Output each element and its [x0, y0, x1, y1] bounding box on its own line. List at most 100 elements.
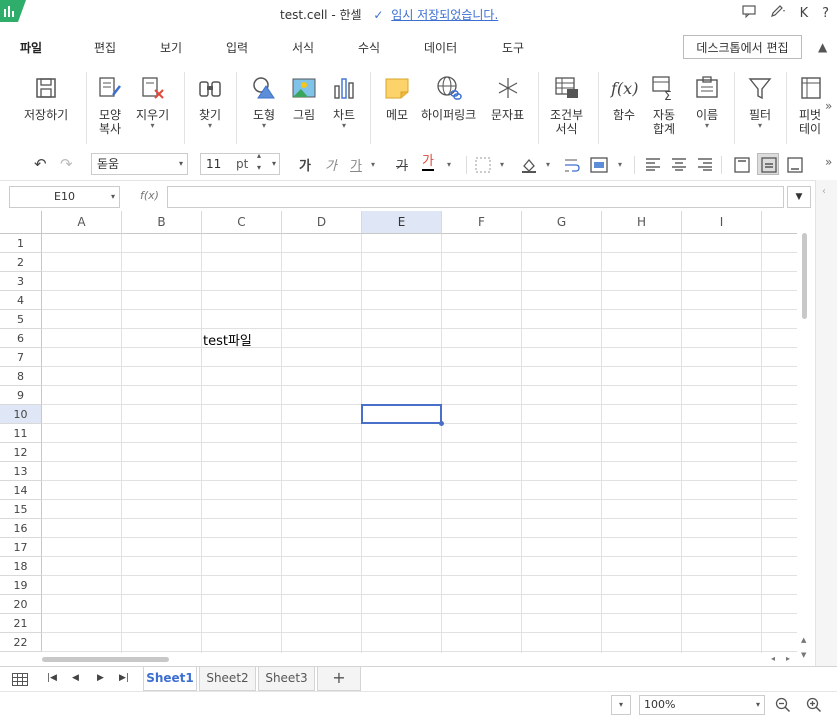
font-color-dropdown-icon[interactable]: ▾ — [447, 160, 451, 169]
sheet-tab-3[interactable]: Sheet3 — [258, 667, 315, 691]
scroll-down-icon[interactable]: ▼ — [801, 651, 806, 659]
column-header-b[interactable]: B — [122, 211, 202, 234]
comment-icon[interactable] — [741, 4, 756, 22]
scroll-left-icon[interactable]: ◂ — [771, 654, 775, 663]
chart-button[interactable]: 차트 ▾ — [330, 74, 358, 130]
row-header-3[interactable]: 3 — [0, 272, 42, 291]
chevron-left-icon[interactable]: ‹ — [822, 186, 826, 197]
conditional-format-button[interactable]: 조건부 서식 — [550, 74, 583, 136]
row-header-4[interactable]: 4 — [0, 291, 42, 310]
bold-button[interactable]: 가 — [299, 155, 311, 174]
column-header-g[interactable]: G — [522, 211, 602, 234]
tab-view[interactable]: 보기 — [160, 39, 182, 56]
desktop-edit-button[interactable]: 데스크톱에서 편집 — [683, 35, 802, 59]
font-size-stepper[interactable]: 11 pt ▴ ▾ ▾ — [200, 150, 280, 175]
find-button[interactable]: 찾기 ▾ — [196, 74, 224, 130]
align-top-icon[interactable] — [733, 156, 751, 174]
fill-handle[interactable] — [439, 421, 444, 426]
strikethrough-button[interactable]: 가 — [396, 155, 408, 174]
memo-button[interactable]: 메모 — [383, 74, 411, 122]
align-bottom-icon[interactable] — [786, 156, 804, 174]
filter-button[interactable]: 필터 ▾ — [746, 74, 774, 130]
redo-icon[interactable]: ↷ — [60, 155, 73, 173]
spreadsheet-grid[interactable]: A B C D E F G H I 1 2 3 4 5 6 7 8 9 10 11 12 13 14 15 16 17 18 19 20… — [0, 211, 797, 653]
row-header-22[interactable]: 22 — [0, 633, 42, 652]
function-icon[interactable]: f(x) — [140, 189, 159, 202]
row-header-17[interactable]: 17 — [0, 538, 42, 557]
row-header-7[interactable]: 7 — [0, 348, 42, 367]
row-header-16[interactable]: 16 — [0, 519, 42, 538]
symbol-button[interactable]: 문자표 — [491, 74, 524, 122]
clear-dropdown-icon[interactable]: ▾ — [151, 122, 155, 130]
hyperlink-button[interactable]: 하이퍼링크 — [421, 74, 476, 122]
sheet-tab-1[interactable]: Sheet1 — [143, 667, 197, 691]
tab-format[interactable]: 서식 — [292, 39, 314, 56]
collapse-ribbon-icon[interactable]: ▲ — [818, 40, 827, 54]
selected-cell[interactable] — [361, 404, 442, 424]
column-header-f[interactable]: F — [442, 211, 522, 234]
save-status[interactable]: 임시 저장되었습니다. — [391, 8, 498, 22]
cell-c6[interactable]: test파일 — [203, 330, 252, 349]
view-mode-dropdown-icon[interactable]: ▾ — [611, 695, 631, 715]
border-icon[interactable] — [475, 157, 491, 173]
font-select[interactable]: 돋움 ▾ — [91, 153, 188, 175]
last-sheet-icon[interactable]: ▶| — [119, 673, 129, 683]
next-sheet-icon[interactable]: ▶ — [97, 673, 104, 683]
column-header-a[interactable]: A — [42, 211, 122, 234]
pivot-table-button[interactable]: 피벗 테이 — [796, 74, 824, 136]
first-sheet-icon[interactable]: |◀ — [47, 673, 57, 683]
stepper-arrows-icon[interactable]: ▴ ▾ — [257, 150, 261, 174]
help-button[interactable]: ? — [822, 6, 829, 21]
merge-cells-icon[interactable] — [590, 156, 608, 174]
column-header-c[interactable]: C — [202, 211, 282, 234]
zoom-out-icon[interactable] — [775, 697, 791, 713]
sheet-tab-2[interactable]: Sheet2 — [199, 667, 256, 691]
row-header-2[interactable]: 2 — [0, 253, 42, 272]
vertical-scrollbar[interactable]: ▲ ▼ — [797, 211, 815, 666]
name-button[interactable]: 이름 ▾ — [693, 74, 721, 130]
chart-dropdown-icon[interactable]: ▾ — [342, 122, 346, 130]
column-header-h[interactable]: H — [602, 211, 682, 234]
row-header-1[interactable]: 1 — [0, 234, 42, 253]
tab-formula[interactable]: 수식 — [358, 39, 380, 56]
row-header-8[interactable]: 8 — [0, 367, 42, 386]
zoom-select[interactable]: 100% ▾ — [639, 695, 765, 715]
format-copy-button[interactable]: 모양 복사 — [96, 74, 124, 136]
select-all-corner[interactable] — [0, 211, 42, 234]
row-header-5[interactable]: 5 — [0, 310, 42, 329]
filter-dropdown-icon[interactable]: ▾ — [758, 122, 762, 130]
undo-icon[interactable]: ↶ — [34, 155, 47, 173]
formula-expand-icon[interactable]: ▼ — [787, 186, 811, 208]
scroll-up-icon[interactable]: ▲ — [801, 636, 806, 644]
shape-button[interactable]: 도형 ▾ — [250, 74, 278, 130]
user-avatar[interactable]: K — [800, 6, 809, 21]
tab-tools[interactable]: 도구 — [502, 39, 524, 56]
column-header-e[interactable]: E — [362, 211, 442, 234]
fill-dropdown-icon[interactable]: ▾ — [546, 160, 550, 169]
row-header-21[interactable]: 21 — [0, 614, 42, 633]
tab-insert[interactable]: 입력 — [226, 39, 248, 56]
row-header-20[interactable]: 20 — [0, 595, 42, 614]
function-button[interactable]: f(x) 함수 — [610, 74, 638, 122]
picture-button[interactable]: 그림 — [290, 74, 318, 122]
row-header-14[interactable]: 14 — [0, 481, 42, 500]
prev-sheet-icon[interactable]: ◀ — [72, 673, 79, 683]
vertical-scroll-thumb[interactable] — [802, 233, 807, 319]
clear-button[interactable]: 지우기 ▾ — [136, 74, 169, 130]
side-panel-toggle[interactable]: ‹ — [815, 180, 837, 666]
merge-dropdown-icon[interactable]: ▾ — [618, 160, 622, 169]
column-header-d[interactable]: D — [282, 211, 362, 234]
find-dropdown-icon[interactable]: ▾ — [208, 122, 212, 130]
row-header-13[interactable]: 13 — [0, 462, 42, 481]
zoom-in-icon[interactable] — [806, 697, 822, 713]
cell-reference-box[interactable]: E10 ▾ — [9, 186, 120, 208]
row-header-18[interactable]: 18 — [0, 557, 42, 576]
toolbar-more-icon[interactable]: » — [825, 155, 832, 169]
align-right-icon[interactable] — [697, 157, 713, 171]
shape-dropdown-icon[interactable]: ▾ — [262, 122, 266, 130]
ribbon-more-icon[interactable]: » — [825, 99, 832, 113]
save-button[interactable]: 저장하기 — [24, 74, 68, 122]
row-header-9[interactable]: 9 — [0, 386, 42, 405]
wrap-text-icon[interactable] — [563, 156, 581, 174]
align-center-icon[interactable] — [671, 157, 687, 171]
